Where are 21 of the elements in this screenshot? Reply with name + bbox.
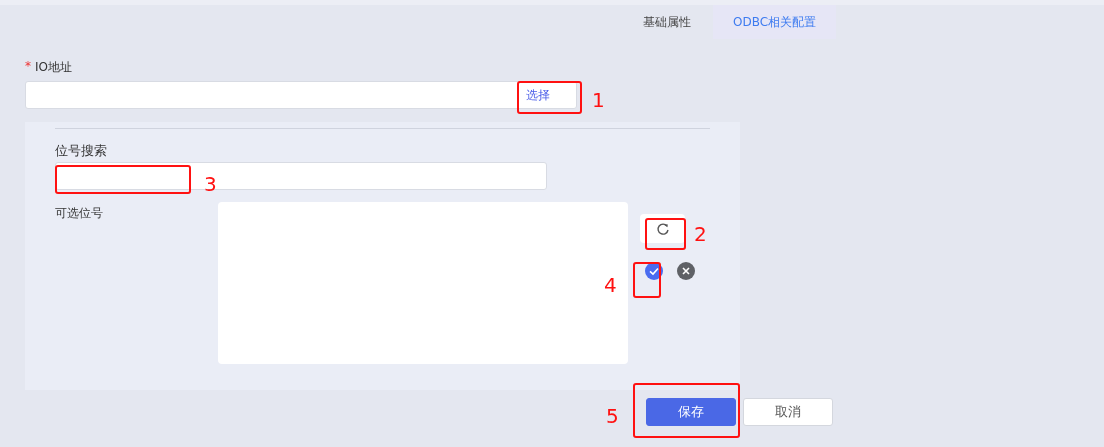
search-field[interactable] — [55, 162, 547, 190]
refresh-icon — [655, 221, 670, 236]
close-icon[interactable] — [677, 262, 695, 280]
annotation-box — [633, 262, 661, 298]
annotation-box — [645, 218, 686, 250]
field-label: 位号搜索 — [55, 142, 108, 158]
annotation-box — [517, 81, 582, 114]
tab[interactable]: 基础属性 — [623, 5, 711, 39]
cancel-button[interactable]: 取消 — [743, 398, 833, 426]
field-label: IO地址 — [35, 59, 72, 75]
annotation-number: 2 — [694, 222, 707, 246]
annotation-number: 1 — [592, 88, 605, 112]
check-icon[interactable] — [645, 262, 663, 280]
annotation-number: 5 — [606, 404, 619, 428]
annotation-number: 4 — [604, 273, 617, 297]
save-button[interactable]: 保存 — [646, 398, 736, 426]
field-label: 可选位号 — [55, 205, 104, 222]
tab[interactable]: ODBC相关配置 — [713, 5, 837, 39]
io-address-field[interactable]: 选择 — [25, 81, 577, 109]
required-mark: * — [25, 59, 31, 75]
annotation-number: 3 — [204, 172, 217, 196]
